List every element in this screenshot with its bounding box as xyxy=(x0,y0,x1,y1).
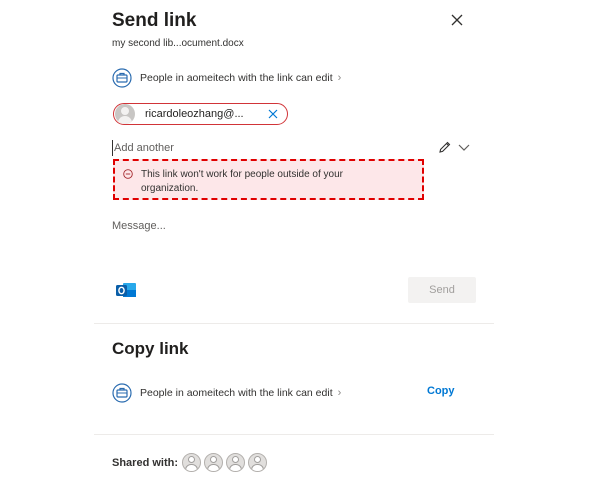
chevron-down-icon[interactable] xyxy=(458,143,470,152)
outlook-icon[interactable] xyxy=(115,280,137,300)
permission-text: People in aomeitech with the link can ed… xyxy=(140,387,333,399)
message-input[interactable] xyxy=(112,217,482,235)
send-link-permission[interactable]: People in aomeitech with the link can ed… xyxy=(112,68,341,88)
pencil-icon[interactable] xyxy=(437,140,452,155)
send-link-title: Send link xyxy=(112,10,197,31)
avatar[interactable] xyxy=(204,453,224,472)
divider xyxy=(94,434,494,435)
share-panel: Send link my second lib...ocument.docx P… xyxy=(94,0,494,481)
link-settings-icon xyxy=(112,68,132,88)
copy-link-title: Copy link xyxy=(112,339,189,358)
permission-text: People in aomeitech with the link can ed… xyxy=(140,72,333,84)
warning-text: This link won't work for people outside … xyxy=(141,169,344,194)
recipient-email: ricardoleozhang@... xyxy=(145,108,244,120)
person-avatar-icon xyxy=(115,104,135,124)
avatar[interactable] xyxy=(182,453,202,472)
external-warning-banner: This link won't work for people outside … xyxy=(113,159,424,200)
close-icon[interactable] xyxy=(450,13,464,27)
file-name: my second lib...ocument.docx xyxy=(112,38,244,49)
add-recipient-input[interactable] xyxy=(112,140,414,156)
recipient-chip[interactable]: ricardoleozhang@... xyxy=(113,103,288,125)
minus-circle-icon xyxy=(123,169,133,179)
avatar[interactable] xyxy=(226,453,246,472)
copy-link-permission[interactable]: People in aomeitech with the link can ed… xyxy=(112,383,341,403)
chevron-right-icon: › xyxy=(337,387,342,399)
close-icon[interactable] xyxy=(268,109,278,119)
link-settings-icon xyxy=(112,383,132,403)
divider xyxy=(94,323,494,324)
chevron-right-icon: › xyxy=(337,72,342,84)
shared-with-label: Shared with: xyxy=(112,456,179,469)
shared-with: Shared with: xyxy=(112,453,270,472)
avatar[interactable] xyxy=(248,453,268,472)
copy-button[interactable]: Copy xyxy=(427,385,455,397)
send-button[interactable]: Send xyxy=(408,277,476,303)
